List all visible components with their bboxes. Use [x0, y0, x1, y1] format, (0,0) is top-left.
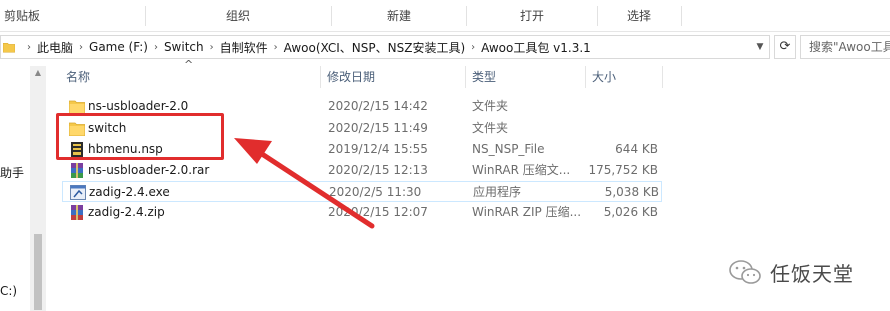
- file-type: WinRAR ZIP 压缩...: [472, 205, 582, 219]
- file-size: [582, 118, 658, 139]
- watermark: 任饭天堂: [728, 258, 854, 286]
- file-type: 文件夹: [472, 99, 509, 113]
- ribbon-group-select[interactable]: 选择: [598, 0, 680, 32]
- file-size: 175,752 KB: [588, 163, 658, 177]
- breadcrumb: › 此电脑 › Game (F:) › Switch › 自制软件 › Awoo…: [21, 36, 591, 58]
- ribbon-group-new[interactable]: 新建: [332, 0, 466, 32]
- column-divider[interactable]: [465, 66, 466, 88]
- refresh-icon[interactable]: ⟳: [774, 35, 796, 59]
- column-header-size[interactable]: 大小: [592, 66, 662, 88]
- breadcrumb-homebrew[interactable]: 自制软件: [220, 39, 268, 56]
- column-divider[interactable]: [585, 66, 586, 88]
- address-row: › 此电脑 › Game (F:) › Switch › 自制软件 › Awoo…: [0, 32, 890, 62]
- file-row[interactable]: ns-usbloader-2.0.rar 2020/2/15 12:13 Win…: [62, 160, 662, 181]
- exe-app-icon: [70, 185, 86, 200]
- file-type: 应用程序: [473, 185, 522, 199]
- file-date: 2020/2/15 12:07: [328, 205, 428, 219]
- file-size: 5,026 KB: [603, 205, 658, 219]
- file-row[interactable]: zadig-2.4.exe 2020/2/5 11:30 应用程序 5,038 …: [62, 181, 662, 202]
- file-name: ns-usbloader-2.0.rar: [88, 163, 210, 177]
- address-bar[interactable]: › 此电脑 › Game (F:) › Switch › 自制软件 › Awoo…: [0, 35, 770, 59]
- file-type: 文件夹: [472, 121, 509, 135]
- annotation-highlight-box: [56, 113, 224, 160]
- ribbon-group-organize[interactable]: 组织: [146, 0, 330, 32]
- file-type: WinRAR 压缩文...: [472, 163, 571, 177]
- folder-icon: [69, 100, 85, 114]
- column-divider[interactable]: [320, 66, 321, 88]
- breadcrumb-separator: ›: [471, 41, 476, 53]
- breadcrumb-this-pc[interactable]: 此电脑: [37, 39, 73, 56]
- winrar-zip-icon: [71, 205, 83, 220]
- nav-item-partial[interactable]: C:): [0, 284, 17, 298]
- file-size: 644 KB: [615, 142, 658, 156]
- file-name: zadig-2.4.zip: [88, 205, 165, 219]
- breadcrumb-separator: ›: [27, 41, 31, 53]
- column-header-name[interactable]: 名称: [66, 66, 316, 88]
- file-type: NS_NSP_File: [472, 142, 545, 156]
- column-divider[interactable]: [662, 66, 663, 88]
- breadcrumb-awoo-toolkit[interactable]: Awoo工具包 v1.3.1: [481, 39, 591, 56]
- breadcrumb-switch[interactable]: Switch: [164, 40, 204, 54]
- search-input[interactable]: 搜索"Awoo工具: [800, 35, 890, 59]
- winrar-archive-icon: [71, 163, 83, 178]
- breadcrumb-separator: ›: [79, 41, 84, 53]
- ribbon-group-open[interactable]: 打开: [467, 0, 597, 32]
- ribbon-group-clipboard[interactable]: 剪贴板: [0, 0, 44, 32]
- breadcrumb-separator: ›: [153, 41, 158, 53]
- navigation-pane: 助手 C:) ▲: [0, 62, 46, 311]
- column-header-date[interactable]: 修改日期: [327, 66, 462, 88]
- breadcrumb-separator: ›: [273, 41, 278, 53]
- file-date: 2020/2/15 11:49: [328, 121, 428, 135]
- breadcrumb-awoo[interactable]: Awoo(XCI、NSP、NSZ安装工具): [284, 39, 466, 56]
- breadcrumb-separator: ›: [209, 41, 214, 53]
- file-date: 2019/12/4 15:55: [328, 142, 428, 156]
- breadcrumb-drive[interactable]: Game (F:): [89, 40, 148, 54]
- file-size: 5,038 KB: [604, 185, 659, 199]
- file-size: [582, 96, 658, 117]
- ribbon-separator: [681, 6, 682, 26]
- chevron-down-icon[interactable]: ▼: [753, 39, 767, 55]
- ribbon: 剪贴板 组织 新建 打开 选择: [0, 0, 890, 32]
- file-row[interactable]: zadig-2.4.zip 2020/2/15 12:07 WinRAR ZIP…: [62, 202, 662, 223]
- scroll-up-icon[interactable]: ▲: [30, 66, 46, 80]
- folder-icon: [3, 42, 15, 53]
- column-header-type[interactable]: 类型: [472, 66, 582, 88]
- file-date: 2020/2/15 14:42: [328, 99, 428, 113]
- watermark-text: 任饭天堂: [770, 261, 854, 286]
- file-date: 2020/2/15 12:13: [328, 163, 428, 177]
- nav-scrollbar-thumb[interactable]: [34, 234, 42, 310]
- nav-item-partial[interactable]: 助手: [0, 164, 24, 181]
- file-name: zadig-2.4.exe: [89, 185, 170, 199]
- wechat-icon: [729, 260, 761, 284]
- file-date: 2020/2/5 11:30: [329, 185, 422, 199]
